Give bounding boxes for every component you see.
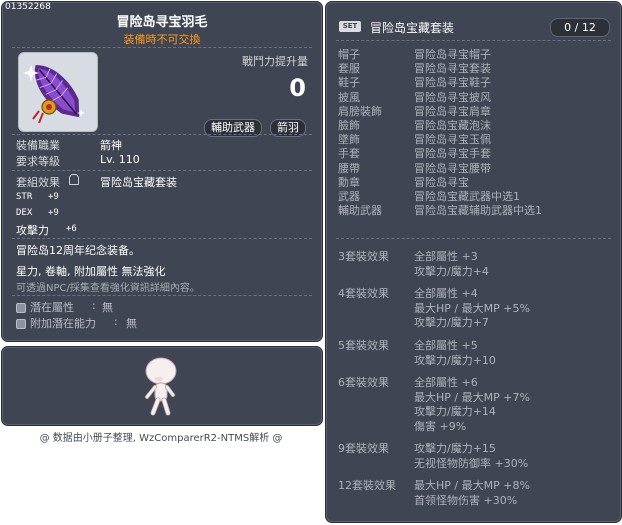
power-value: 0 — [289, 74, 306, 102]
set-tag: SET — [339, 21, 361, 32]
bonus-potential-label: 附加潛在能力 — [30, 317, 96, 330]
item-icon-frame — [18, 52, 98, 132]
divider — [12, 238, 312, 239]
req-level-label: 要求等級 — [16, 155, 60, 168]
set-title: 冒险岛宝藏套装 — [370, 21, 455, 35]
divider — [12, 134, 312, 135]
set-part-name: 冒险岛宝藏辅助武器中选1 — [414, 204, 542, 218]
potential-colon: : — [92, 299, 96, 312]
potential-value: 無 — [102, 301, 113, 314]
character-avatar — [145, 357, 177, 416]
divider — [12, 170, 312, 171]
item-description: 冒险岛12周年纪念装备。 — [16, 244, 140, 257]
enhance-hint: 可透過NPC/採集查看強化資訊詳細內容。 — [16, 283, 200, 294]
set-effect-label: 套組效果 — [16, 176, 60, 189]
set-effect-heading: 12套裝效果 — [338, 479, 396, 492]
set-effect-heading: 3套裝效果 — [338, 250, 389, 263]
set-count-badge: 0 / 12 — [550, 18, 610, 37]
set-effect-value: 冒险岛宝藏套装 — [100, 176, 177, 189]
req-job-label: 裝備職業 — [16, 139, 60, 152]
stat-name: DEX — [16, 208, 33, 218]
feather-icon — [23, 65, 85, 124]
item-tooltip: 01352268 冒险岛寻宝羽毛 装備時不可交換 戰鬥力提升量 0 輔助武器 箭… — [1, 1, 323, 342]
divider — [12, 295, 312, 296]
enhance-restriction: 星力, 卷軸, 附加屬性 無法強化 — [16, 265, 166, 278]
divider — [336, 238, 611, 239]
stat-value: +9 — [48, 192, 59, 202]
potential-label: 潛在屬性 — [30, 301, 74, 314]
stat-name: STR — [16, 192, 33, 202]
req-level-value: Lv. 110 — [100, 153, 140, 166]
power-label: 戰鬥力提升量 — [242, 55, 308, 68]
set-effect-line: 攻擊力/魔力+7 — [414, 316, 489, 329]
credit-text: @ 数据由小册子整理, WzComparerR2-NTMS解析 @ — [39, 433, 283, 444]
lock-icon — [69, 174, 79, 185]
set-effect-line: 无视怪物防御率 +30% — [414, 456, 529, 470]
untradable-notice: 装備時不可交換 — [123, 33, 201, 46]
req-job-value: 箭神 — [100, 139, 122, 152]
divider — [336, 40, 611, 41]
set-effect-heading: 6套裝效果 — [338, 376, 389, 389]
potential-icon — [16, 303, 26, 313]
divider — [12, 47, 312, 48]
bonus-potential-value: 無 — [126, 317, 137, 330]
set-part-slot: 輔助武器 — [338, 204, 382, 218]
set-effect-line: 攻擊力/魔力+4 — [414, 264, 489, 278]
character-preview — [1, 346, 323, 426]
stat-value: +6 — [66, 224, 77, 234]
set-effect-heading: 9套裝效果 — [338, 442, 389, 455]
set-effect-line: 攻擊力/魔力+10 — [414, 353, 496, 367]
set-effect-heading: 5套裝效果 — [338, 339, 389, 352]
set-tooltip: SET 冒险岛宝藏套装 0 / 12 帽子 冒险岛寻宝帽子 套服 冒险岛寻宝套装 鞋子冒… — [325, 1, 622, 523]
stat-name: 攻擊力 — [16, 224, 49, 237]
bonus-potential-icon — [16, 319, 26, 329]
set-effect-line: 首领怪物伤害 +30% — [414, 493, 518, 507]
bonus-potential-colon: : — [114, 315, 118, 328]
set-effect-heading: 4套裝效果 — [338, 287, 389, 300]
stat-value: +9 — [48, 208, 59, 218]
item-name: 冒险岛寻宝羽毛 — [116, 15, 208, 30]
set-effect-line: 傷害 +9% — [414, 419, 467, 433]
